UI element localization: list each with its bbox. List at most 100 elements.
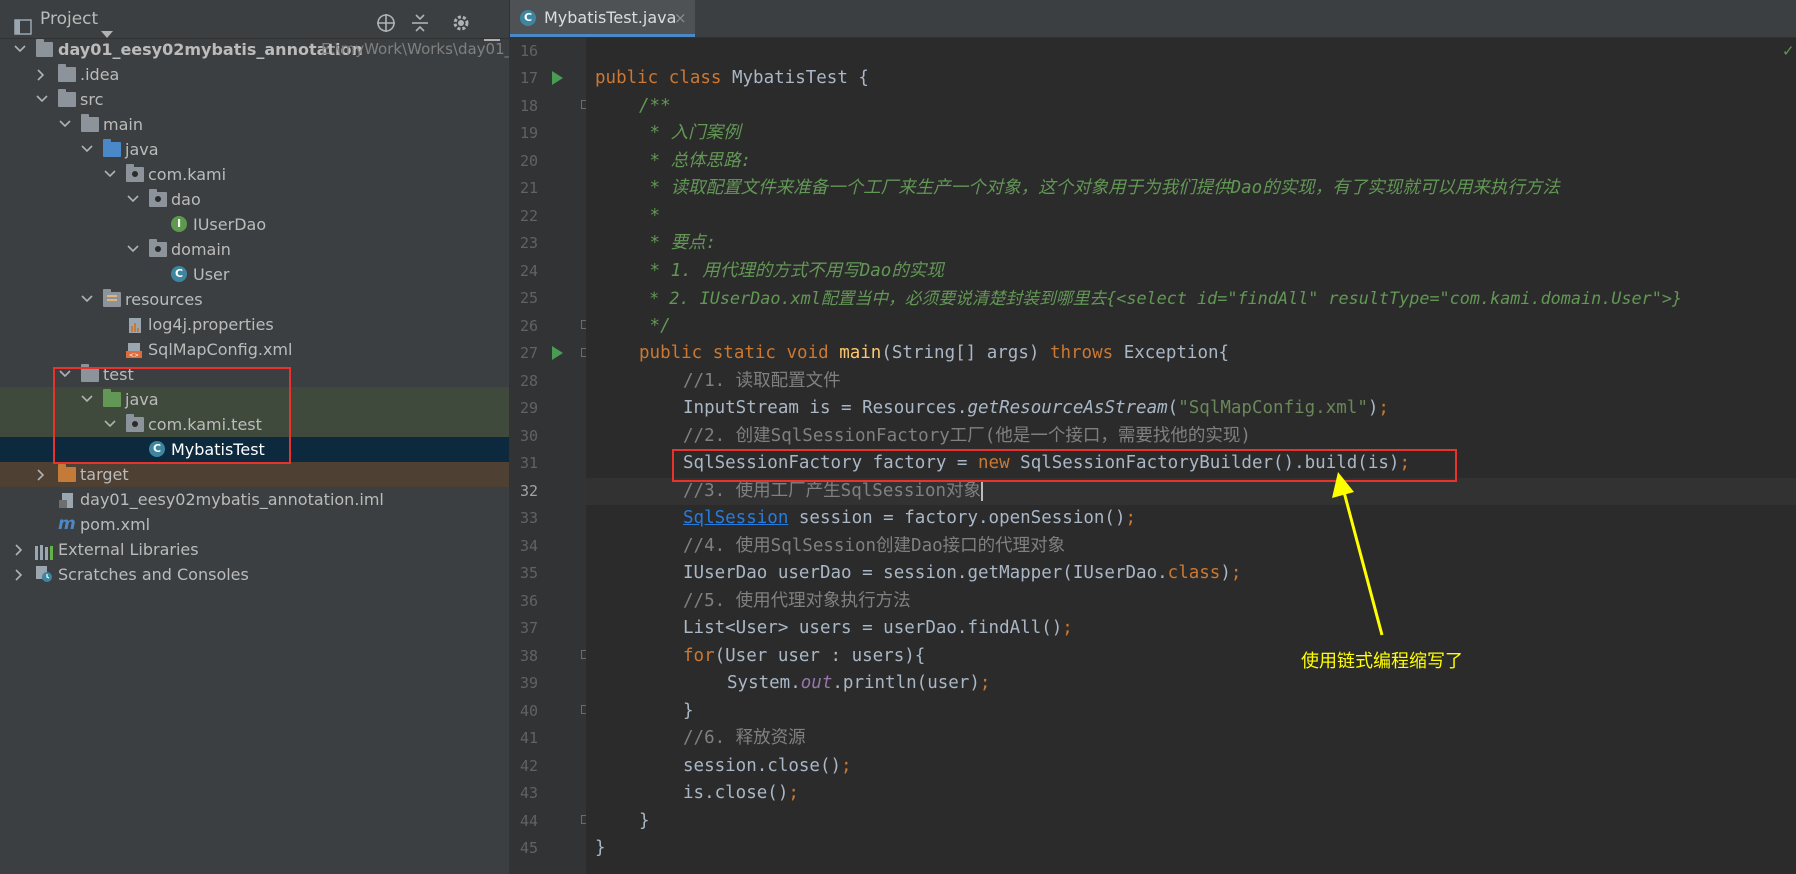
chevron-right-icon[interactable] <box>12 537 28 562</box>
chevron-right-icon[interactable] <box>12 562 28 587</box>
code-line-28: //1. 读取配置文件 <box>683 371 841 391</box>
tree-item-target[interactable]: target <box>0 462 509 487</box>
semicolon: ; <box>1062 618 1073 638</box>
project-view-icon <box>14 11 32 35</box>
source-folder-icon <box>103 139 121 157</box>
code-text: ) <box>1220 563 1231 583</box>
tree-item-dao[interactable]: dao <box>0 187 509 212</box>
line-number: 23 <box>519 234 538 252</box>
line-number: 22 <box>519 207 538 225</box>
code-line-36: //5. 使用代理对象执行方法 <box>683 591 911 611</box>
line-number: 36 <box>519 592 538 610</box>
line-number: 24 <box>519 262 538 280</box>
type-link[interactable]: SqlSession <box>683 508 788 528</box>
keyword: class <box>668 68 722 88</box>
code-text: IUserDao userDao = session.getMapper(IUs… <box>683 563 1168 583</box>
tree-item-resources[interactable]: resources <box>0 287 509 312</box>
annotation-label: 使用链式编程缩写了 <box>1301 651 1463 672</box>
tree-item-sqlmapconfig-xml[interactable]: <> SqlMapConfig.xml <box>0 337 509 362</box>
tree-item-external-libraries[interactable]: External Libraries <box>0 537 509 562</box>
project-path: E:\myWork\Works\day01_ <box>321 40 510 58</box>
tree-item-label: main <box>103 115 143 134</box>
line-number: 25 <box>519 289 538 307</box>
tree-item-main[interactable]: main <box>0 112 509 137</box>
code-text: InputStream is = Resources. <box>683 398 968 418</box>
code-line-43: is.close(); <box>683 780 799 807</box>
static-method: getResourceAsStream <box>967 398 1168 418</box>
line-number: 26 <box>519 317 538 335</box>
code-line-25: * 2. IUserDao.xml配置当中，必须要说清楚封装到哪里去{<sele… <box>639 288 1683 308</box>
chevron-down-icon[interactable] <box>12 37 28 62</box>
code-text: (String[] args) <box>881 343 1050 363</box>
chevron-down-icon[interactable] <box>102 162 118 187</box>
chevron-down-icon[interactable] <box>79 137 95 162</box>
line-number: 28 <box>519 372 538 390</box>
line-number-current: 32 <box>519 482 538 500</box>
tree-item-idea[interactable]: .idea <box>0 62 509 87</box>
code-line-17: public class MybatisTest { <box>595 65 869 92</box>
code-line-26: */ <box>639 316 671 336</box>
code-line-21: * 读取配置文件来准备一个工厂来生产一个对象，这个对象用于为我们提供Dao的实现… <box>639 178 1560 198</box>
tree-item-label: Scratches and Consoles <box>58 565 249 584</box>
collapse-all-icon[interactable] <box>411 9 429 32</box>
static-field: out <box>800 673 833 693</box>
code-line-35: IUserDao userDao = session.getMapper(IUs… <box>683 560 1241 587</box>
chevron-right-icon[interactable] <box>34 62 50 87</box>
chevron-down-icon[interactable] <box>79 287 95 312</box>
tree-item-scratches[interactable]: Scratches and Consoles <box>0 562 509 587</box>
minimize-icon[interactable] <box>484 18 500 41</box>
package-icon <box>149 189 167 207</box>
tree-item-log4j-properties[interactable]: log4j.properties <box>0 312 509 337</box>
tab-mybatistest-java[interactable]: C MybatisTest.java × <box>510 0 695 37</box>
inspection-ok-icon[interactable]: ✓ <box>1782 42 1795 60</box>
tree-item-label: log4j.properties <box>148 315 274 334</box>
tree-item-pom-xml[interactable]: m pom.xml <box>0 512 509 537</box>
code-text: is.close() <box>683 783 789 803</box>
tree-item-label: User <box>193 265 230 284</box>
line-number: 43 <box>519 784 538 802</box>
module-folder-icon <box>36 39 53 57</box>
tree-item-domain[interactable]: domain <box>0 237 509 262</box>
chevron-down-icon[interactable] <box>125 237 141 262</box>
tree-item-java[interactable]: java <box>0 137 509 162</box>
chevron-down-icon[interactable] <box>57 112 73 137</box>
chevron-down-icon[interactable] <box>101 15 113 38</box>
xml-file-icon: <> <box>126 341 142 359</box>
tree-item-project-root[interactable]: day01_eesy02mybatis_annotation E:\myWork… <box>0 37 509 62</box>
code-text: session = factory.openSession() <box>788 508 1126 528</box>
line-number: 45 <box>519 839 538 857</box>
project-view-title[interactable]: Project <box>40 0 98 38</box>
line-number: 40 <box>519 702 538 720</box>
code-text: (User user : users){ <box>714 646 926 666</box>
chevron-right-icon[interactable] <box>34 462 50 487</box>
tree-item-label: pom.xml <box>80 515 151 534</box>
svg-text:<>: <> <box>129 352 139 359</box>
locate-icon[interactable] <box>376 9 396 32</box>
tree-item-src[interactable]: src <box>0 87 509 112</box>
chevron-down-icon[interactable] <box>125 187 141 212</box>
project-tool-window: Project day01_eesy02mybatis_annotation E… <box>0 0 510 874</box>
chevron-down-icon[interactable] <box>34 87 50 112</box>
keyword: for <box>683 646 715 666</box>
tree-item-iml-file[interactable]: day01_eesy02mybatis_annotation.iml <box>0 487 509 512</box>
code-text: ) <box>1367 398 1379 418</box>
code-text: .println(user) <box>832 673 980 693</box>
code-text: //3. 使用工厂产生SqlSession对象 <box>683 481 982 501</box>
gear-icon[interactable] <box>451 9 471 31</box>
run-main-icon[interactable] <box>552 346 563 360</box>
maven-icon: m <box>58 514 76 534</box>
code-text: ( <box>1167 398 1179 418</box>
tree-item-com-kami[interactable]: com.kami <box>0 162 509 187</box>
code-line-37: List<User> users = userDao.findAll(); <box>683 615 1073 642</box>
line-number: 44 <box>519 812 538 830</box>
class-icon: C <box>520 10 536 26</box>
tree-item-iuserdao[interactable]: I IUserDao <box>0 212 509 237</box>
code-line-34: //4. 使用SqlSession创建Dao接口的代理对象 <box>683 536 1066 556</box>
code-text: session.close() <box>683 756 842 776</box>
project-tree: day01_eesy02mybatis_annotation E:\myWork… <box>0 37 509 587</box>
run-class-icon[interactable] <box>552 71 563 85</box>
line-number: 19 <box>519 124 538 142</box>
close-icon[interactable]: × <box>674 0 687 36</box>
tree-item-user[interactable]: C User <box>0 262 509 287</box>
line-number: 18 <box>519 97 538 115</box>
